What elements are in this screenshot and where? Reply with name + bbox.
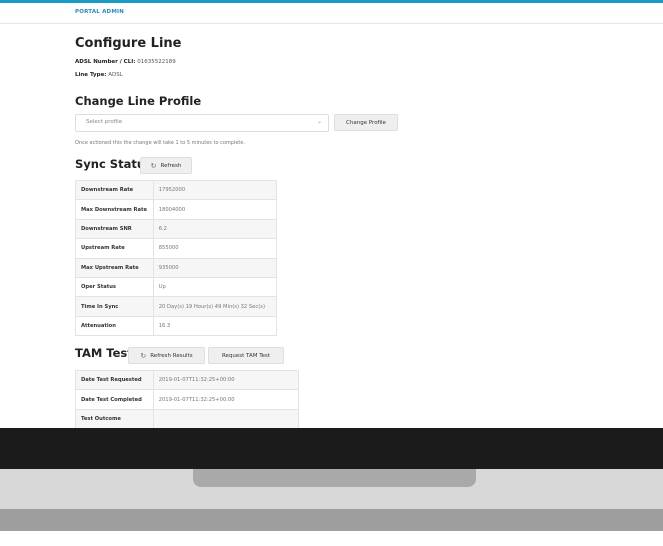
table-row: Test Outcome <box>75 408 300 428</box>
change-profile-heading: Change Line Profile <box>75 94 202 108</box>
row-value: 18004000 <box>152 199 278 220</box>
table-row: Downstream Rate 17952000 <box>75 179 278 201</box>
table-row: Downstream SNR 6.2 <box>75 218 278 240</box>
page-header: Configure Line ADSL Number / CLI: 016355… <box>75 36 595 78</box>
row-label: Downstream SNR <box>75 218 154 240</box>
background-floor <box>0 531 663 546</box>
row-value <box>152 408 300 428</box>
line-type-value: ADSL <box>108 72 123 78</box>
profile-select[interactable]: Select profile ⌄ <box>75 114 329 132</box>
row-value: 2019-01-07T11:32:25+00:00 <box>152 389 300 410</box>
brand-link[interactable]: PORTAL ADMIN <box>75 9 124 15</box>
top-nav: PORTAL ADMIN <box>0 3 663 24</box>
row-label: Max Downstream Rate <box>75 199 154 220</box>
sync-refresh-button[interactable]: ↻ Refresh <box>140 157 192 174</box>
row-label: Attenuation <box>75 315 154 337</box>
change-profile-button[interactable]: Change Profile <box>334 114 398 131</box>
laptop-screen: PORTAL ADMIN Configure Line ADSL Number … <box>0 0 663 428</box>
row-value: 17952000 <box>152 179 278 201</box>
row-value: 6.2 <box>152 218 278 240</box>
laptop-hinge-notch <box>193 469 476 487</box>
sync-refresh-label: Refresh <box>160 162 182 169</box>
row-label: Upstream Rate <box>75 238 154 259</box>
refresh-icon: ↻ <box>150 161 157 170</box>
row-value: 20 Day(s) 19 Hour(s) 49 Min(s) 32 Sec(s) <box>152 296 278 317</box>
row-label: Date Test Requested <box>75 369 154 391</box>
change-profile-note: Once actioned this the change will take … <box>75 140 246 146</box>
row-label: Time In Sync <box>75 296 154 317</box>
chevron-down-icon: ⌄ <box>316 118 322 125</box>
table-row: Date Test Completed 2019-01-07T11:32:25+0… <box>75 389 300 410</box>
refresh-results-label: Refresh Results <box>150 352 193 359</box>
row-label: Test Outcome <box>75 408 154 428</box>
table-row: Max Upstream Rate 935000 <box>75 257 278 278</box>
row-label: Oper Status <box>75 276 154 298</box>
row-value: 2019-01-07T11:32:25+00:00 <box>152 369 300 391</box>
table-row: Max Downstream Rate 18004000 <box>75 199 278 220</box>
adsl-number: ADSL Number / CLI: 01635522189 <box>75 59 595 65</box>
tam-test-heading: TAM Test <box>75 346 133 360</box>
row-value: 16.3 <box>152 315 278 337</box>
sync-status-table: Downstream Rate 17952000 Max Downstream R… <box>75 179 278 337</box>
adsl-label: ADSL Number / CLI: <box>75 59 136 65</box>
table-row: Time In Sync 20 Day(s) 19 Hour(s) 49 Min(… <box>75 296 278 317</box>
adsl-value: 01635522189 <box>137 59 176 65</box>
row-value: Up <box>152 276 278 298</box>
row-value: 935000 <box>152 257 278 278</box>
page-title: Configure Line <box>75 36 182 51</box>
tam-test-table: Date Test Requested 2019-01-07T11:32:25+0… <box>75 369 300 428</box>
row-label: Date Test Completed <box>75 389 154 410</box>
row-label: Downstream Rate <box>75 179 154 201</box>
table-row: Attenuation 16.3 <box>75 315 278 337</box>
profile-select-placeholder: Select profile <box>86 119 123 125</box>
row-value: 855000 <box>152 238 278 259</box>
table-row: Oper Status Up <box>75 276 278 298</box>
table-row: Upstream Rate 855000 <box>75 238 278 259</box>
refresh-results-button[interactable]: ↻ Refresh Results <box>128 347 205 364</box>
laptop-bezel <box>0 428 663 469</box>
line-type-label: Line Type: <box>75 72 107 78</box>
refresh-icon: ↻ <box>140 351 147 360</box>
change-profile-button-label: Change Profile <box>346 119 386 126</box>
laptop-base-edge <box>0 509 663 531</box>
request-tam-test-button[interactable]: Request TAM Test <box>208 347 284 364</box>
table-row: Date Test Requested 2019-01-07T11:32:25+0… <box>75 369 300 391</box>
line-type: Line Type: ADSL <box>75 72 595 78</box>
row-label: Max Upstream Rate <box>75 257 154 278</box>
request-tam-test-label: Request TAM Test <box>221 352 271 359</box>
